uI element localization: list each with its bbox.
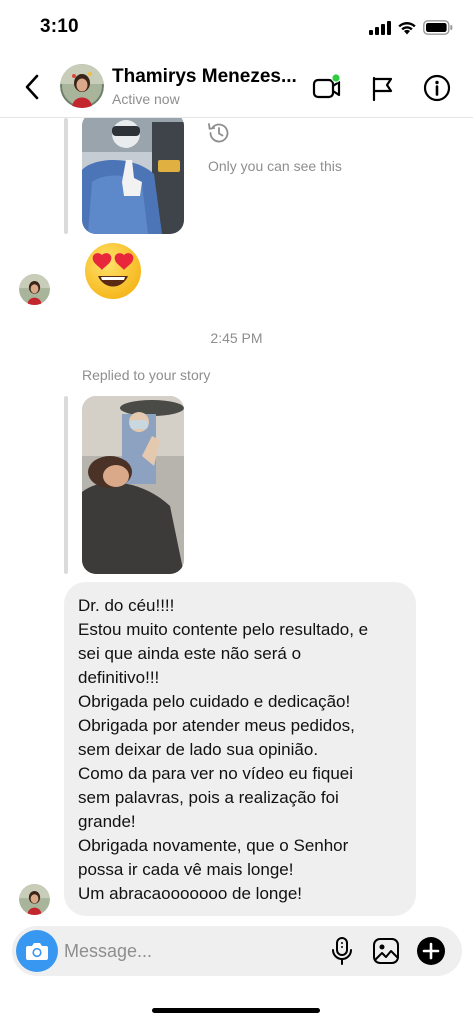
message-text-line: Estou muito contente pelo resultado, e	[78, 620, 369, 639]
story-photo	[82, 112, 184, 234]
back-button[interactable]	[18, 72, 46, 102]
history-clock-icon	[206, 120, 232, 151]
status-icons	[369, 20, 453, 35]
replied-story-thumbnail[interactable]	[82, 396, 184, 574]
microphone-icon	[332, 937, 352, 965]
camera-icon	[26, 943, 48, 960]
sender-avatar[interactable]	[19, 274, 50, 305]
reply-indicator-bar	[64, 118, 68, 234]
status-time: 3:10	[40, 16, 79, 37]
video-call-icon	[312, 73, 341, 99]
camera-button[interactable]	[16, 930, 58, 972]
message-text-line: possa ir cada vê mais longe!	[78, 860, 294, 879]
message-text-line: Obrigada pelo cuidado e dedicação!	[78, 692, 351, 711]
report-flag-button[interactable]	[366, 72, 398, 104]
message-timestamp: 2:45 PM	[210, 330, 263, 346]
message-text-line: definitivo!!!	[78, 668, 160, 687]
message-text-line: sei que ainda este não será o	[78, 644, 302, 663]
message-thread: Only you can see this 2:45 PM Replied to…	[0, 112, 473, 918]
heart-eyes-emoji-icon	[85, 243, 141, 299]
replied-story-photo	[82, 396, 184, 574]
message-text-line: Obrigada por atender meus pedidos,	[78, 716, 355, 735]
contact-name[interactable]: Thamirys Menezes...	[112, 66, 304, 88]
message-composer	[12, 926, 462, 976]
heart-eyes-emoji[interactable]	[84, 242, 142, 300]
voice-message-button[interactable]	[326, 935, 358, 967]
replied-to-story-label: Replied to your story	[82, 367, 211, 383]
message-text-line: Como da para ver no vídeo eu fiquei	[78, 764, 354, 783]
message-text-line: grande!	[78, 812, 136, 831]
reply-indicator-bar	[64, 396, 68, 574]
story-media-thumbnail[interactable]	[82, 112, 184, 234]
battery-icon	[423, 20, 453, 35]
info-button[interactable]	[421, 72, 453, 104]
message-text-line: sem palavras, pois a realização foi	[78, 788, 339, 807]
status-bar: 3:10	[0, 0, 473, 56]
flag-icon	[372, 76, 393, 102]
contact-avatar[interactable]	[60, 64, 104, 108]
message-text-line: Obrigada novamente, que o Senhor	[78, 836, 349, 855]
contact-photo	[60, 64, 104, 108]
message-input[interactable]	[64, 938, 264, 964]
gallery-icon	[373, 938, 399, 964]
info-icon	[423, 74, 451, 102]
message-bubble[interactable]: Dr. do céu!!!! Estou muito contente pelo …	[64, 582, 416, 916]
sender-photo	[19, 274, 50, 305]
cellular-signal-icon	[369, 20, 391, 35]
video-call-button[interactable]	[311, 72, 343, 104]
dm-thread-screen: 3:10 Thamirys Menezes... Active now Only…	[0, 0, 473, 1024]
active-status: Active now	[112, 91, 180, 107]
message-text-line: sem deixar de lado sua opinião.	[78, 740, 319, 759]
chat-header: Thamirys Menezes... Active now	[0, 56, 473, 118]
back-chevron-icon	[25, 74, 39, 100]
add-attachment-button[interactable]	[415, 935, 447, 967]
wifi-icon	[398, 22, 416, 35]
home-indicator	[152, 1008, 320, 1013]
gallery-button[interactable]	[370, 935, 402, 967]
message-text-line: Dr. do céu!!!!	[78, 596, 175, 615]
add-icon	[417, 937, 445, 965]
message-text-line: Um abracaooooooo de longe!	[78, 884, 302, 903]
only-you-note: Only you can see this	[208, 158, 342, 174]
sender-avatar[interactable]	[19, 884, 50, 915]
sender-photo	[19, 884, 50, 915]
